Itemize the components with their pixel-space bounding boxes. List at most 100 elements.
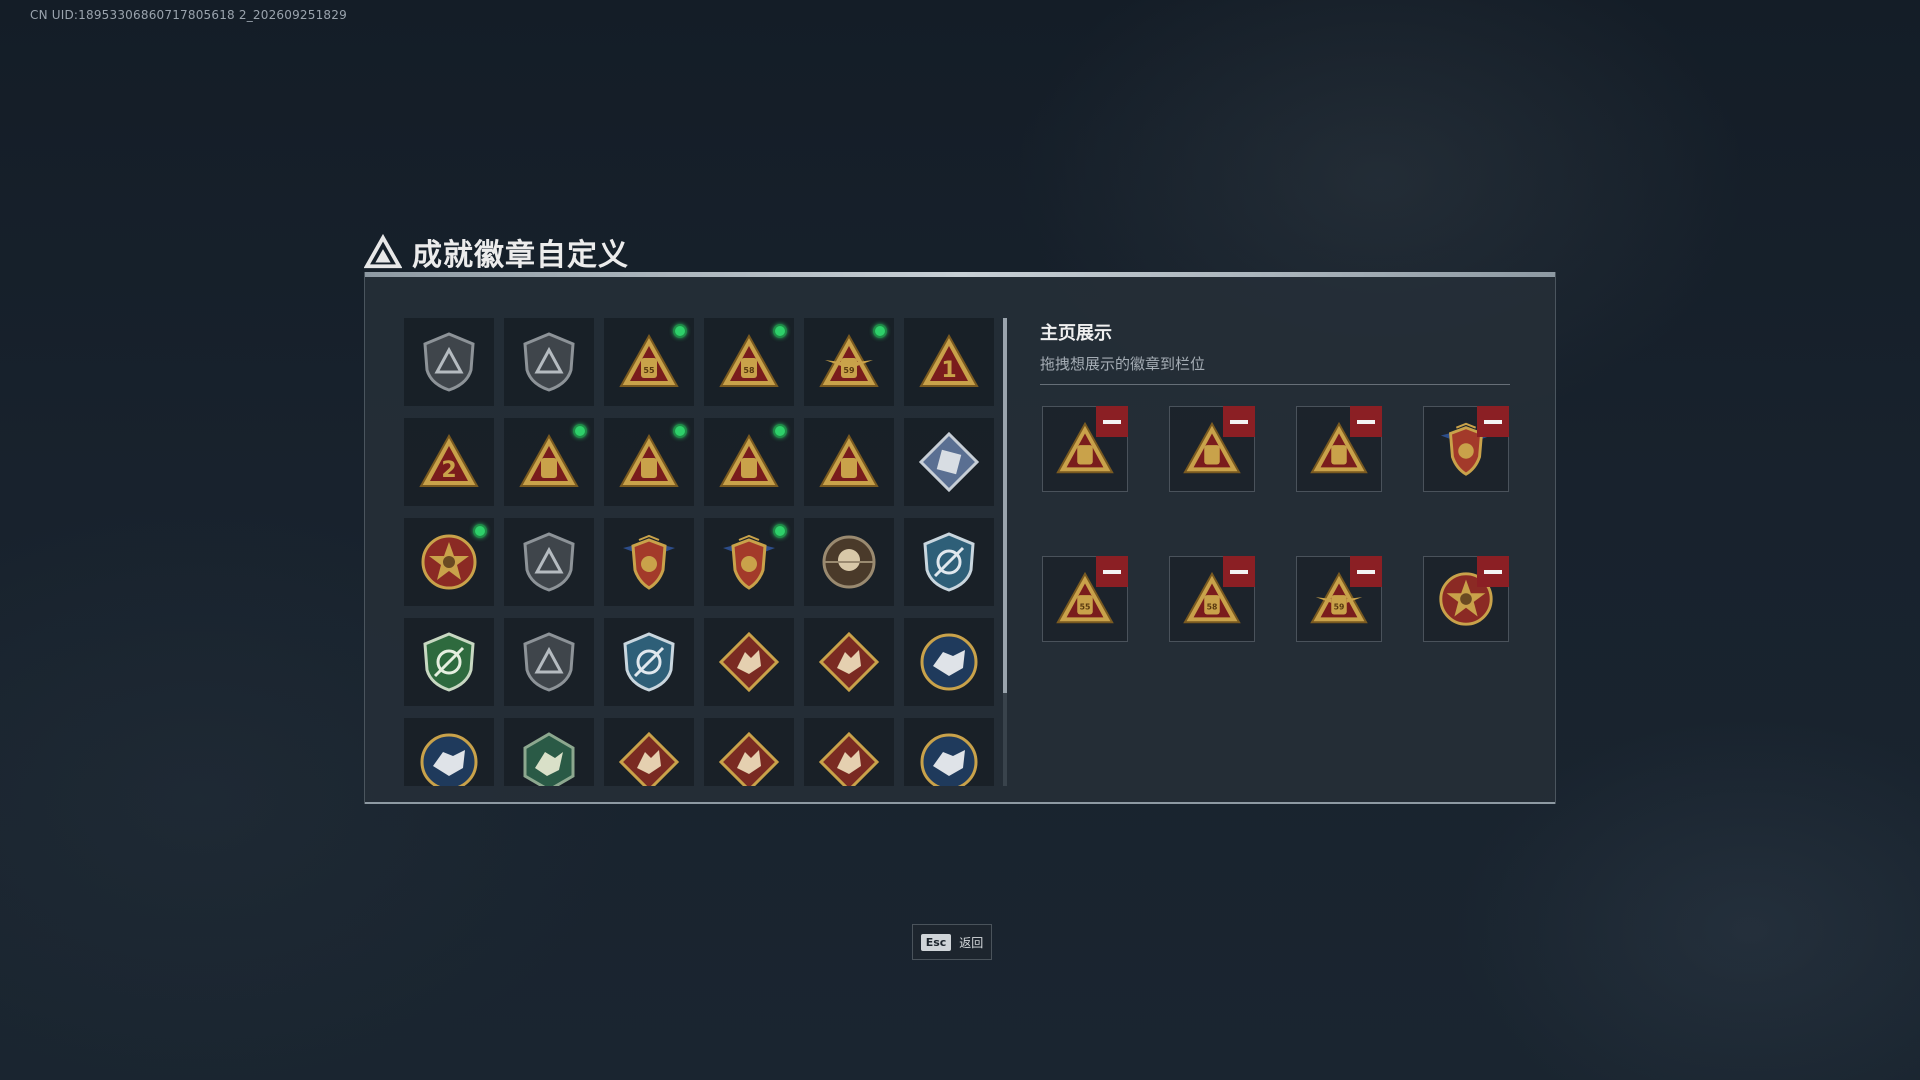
badge-cell[interactable] (704, 718, 794, 786)
badge-cell[interactable] (504, 718, 594, 786)
scrollbar-thumb[interactable] (1003, 318, 1007, 693)
badge-cell[interactable] (404, 318, 494, 406)
badge-cell[interactable] (904, 418, 994, 506)
badge-cell[interactable] (704, 618, 794, 706)
badge-grid-scrollbar[interactable] (1003, 318, 1007, 786)
red-diamond-dragon-badge-icon (618, 731, 680, 786)
badge-cell[interactable] (604, 518, 694, 606)
badge-cell[interactable]: 55 (604, 318, 694, 406)
green-shield-crosshair-badge-icon (423, 632, 475, 692)
badge-cell[interactable] (904, 618, 994, 706)
remove-badge-button[interactable] (1477, 556, 1509, 587)
red-diamond-dragon-2-badge-icon (718, 731, 780, 786)
minus-icon (1230, 569, 1248, 574)
new-indicator-dot (773, 524, 787, 538)
badge-cell[interactable] (704, 518, 794, 606)
badge-cell[interactable] (404, 518, 494, 606)
silver-diamond-badge-icon (918, 431, 980, 493)
homepage-display-header: 主页展示 拖拽想展示的徽章到栏位 (1040, 319, 1510, 385)
back-button[interactable]: Esc 返回 (912, 924, 992, 960)
badge-cell[interactable] (404, 718, 494, 786)
badge-cell[interactable] (904, 718, 994, 786)
gold-triangle-number-1-badge-icon: 1 (919, 333, 979, 387)
badge-cell[interactable] (804, 418, 894, 506)
badge-cell[interactable] (904, 518, 994, 606)
badge-cell[interactable]: 58 (704, 318, 794, 406)
blue-circle-dragon-badge-icon (420, 733, 478, 786)
display-slot[interactable]: 58 (1169, 556, 1255, 642)
gold-triangle-hands-badge-icon (719, 433, 779, 487)
red-diamond-fighter-badge-icon (818, 731, 880, 786)
gold-triangle-helmet-badge-icon (619, 433, 679, 487)
badge-cell[interactable] (504, 618, 594, 706)
back-button-label: 返回 (959, 935, 984, 950)
remove-badge-button[interactable] (1477, 406, 1509, 437)
badge-cell[interactable] (804, 718, 894, 786)
triangle-logo-icon (364, 234, 402, 269)
svg-text:58: 58 (1207, 603, 1218, 612)
divider (1040, 384, 1510, 385)
minus-icon (1230, 419, 1248, 424)
grey-shield-emblem-badge-icon (523, 532, 575, 592)
display-slot[interactable] (1423, 406, 1509, 492)
remove-badge-button[interactable] (1350, 406, 1382, 437)
minus-icon (1484, 569, 1502, 574)
new-indicator-dot (473, 524, 487, 538)
badge-cell[interactable]: 2 (404, 418, 494, 506)
badge-cell[interactable] (504, 418, 594, 506)
badge-grid: 55 58 59 1 2 (404, 318, 994, 786)
display-slot[interactable] (1423, 556, 1509, 642)
grey-shield-helicopter-badge-icon (523, 332, 575, 392)
svg-text:55: 55 (643, 366, 655, 375)
display-slot[interactable]: 55 (1042, 556, 1128, 642)
new-indicator-dot (773, 424, 787, 438)
remove-badge-button[interactable] (1096, 406, 1128, 437)
badge-customize-panel: 55 58 59 1 2 主页展示 拖拽想展示的徽章到栏位 55 58 59 (364, 272, 1556, 804)
badge-cell[interactable] (804, 618, 894, 706)
blue-circle-beast-badge-icon (920, 733, 978, 786)
svg-text:59: 59 (843, 366, 855, 375)
svg-text:1: 1 (941, 358, 956, 383)
badge-cell[interactable] (704, 418, 794, 506)
green-hexagon-dragon-badge-icon (523, 732, 575, 786)
badge-cell[interactable] (604, 418, 694, 506)
display-slot[interactable] (1169, 406, 1255, 492)
gold-triangle-58-badge-icon: 58 (719, 333, 779, 387)
round-skull-badge-icon (822, 535, 876, 589)
winged-shield-badge-icon (623, 534, 675, 590)
remove-badge-button[interactable] (1223, 556, 1255, 587)
display-slot[interactable]: 59 (1296, 556, 1382, 642)
display-slot[interactable] (1042, 406, 1128, 492)
gold-triangle-soldiers-badge-icon (819, 433, 879, 487)
badge-cell[interactable]: 1 (904, 318, 994, 406)
new-indicator-dot (673, 324, 687, 338)
badge-cell[interactable] (404, 618, 494, 706)
panel-top-border (365, 272, 1555, 277)
minus-icon (1357, 569, 1375, 574)
badge-cell[interactable] (504, 318, 594, 406)
red-diamond-wolf-roar-badge-icon (818, 631, 880, 693)
display-slot[interactable] (1296, 406, 1382, 492)
badge-cell[interactable] (604, 618, 694, 706)
new-indicator-dot (673, 424, 687, 438)
new-indicator-dot (573, 424, 587, 438)
page-title-bar: 成就徽章自定义 (364, 232, 629, 273)
grey-shield-triangle-badge-icon (423, 332, 475, 392)
badge-cell[interactable]: 59 (804, 318, 894, 406)
star-skull-medal-badge-icon (421, 534, 477, 590)
minus-icon (1484, 419, 1502, 424)
homepage-display-title: 主页展示 (1040, 323, 1112, 344)
minus-icon (1357, 419, 1375, 424)
remove-badge-button[interactable] (1096, 556, 1128, 587)
minus-icon (1103, 419, 1121, 424)
svg-text:2: 2 (441, 458, 456, 483)
remove-badge-button[interactable] (1223, 406, 1255, 437)
badge-cell[interactable] (504, 518, 594, 606)
svg-text:59: 59 (1334, 603, 1345, 612)
badge-cell[interactable] (604, 718, 694, 786)
new-indicator-dot (773, 324, 787, 338)
winged-shield-heart-badge-icon (723, 534, 775, 590)
badge-cell[interactable] (804, 518, 894, 606)
uid-text: CN UID:18953306860717805618 2_2026092518… (30, 8, 347, 22)
remove-badge-button[interactable] (1350, 556, 1382, 587)
